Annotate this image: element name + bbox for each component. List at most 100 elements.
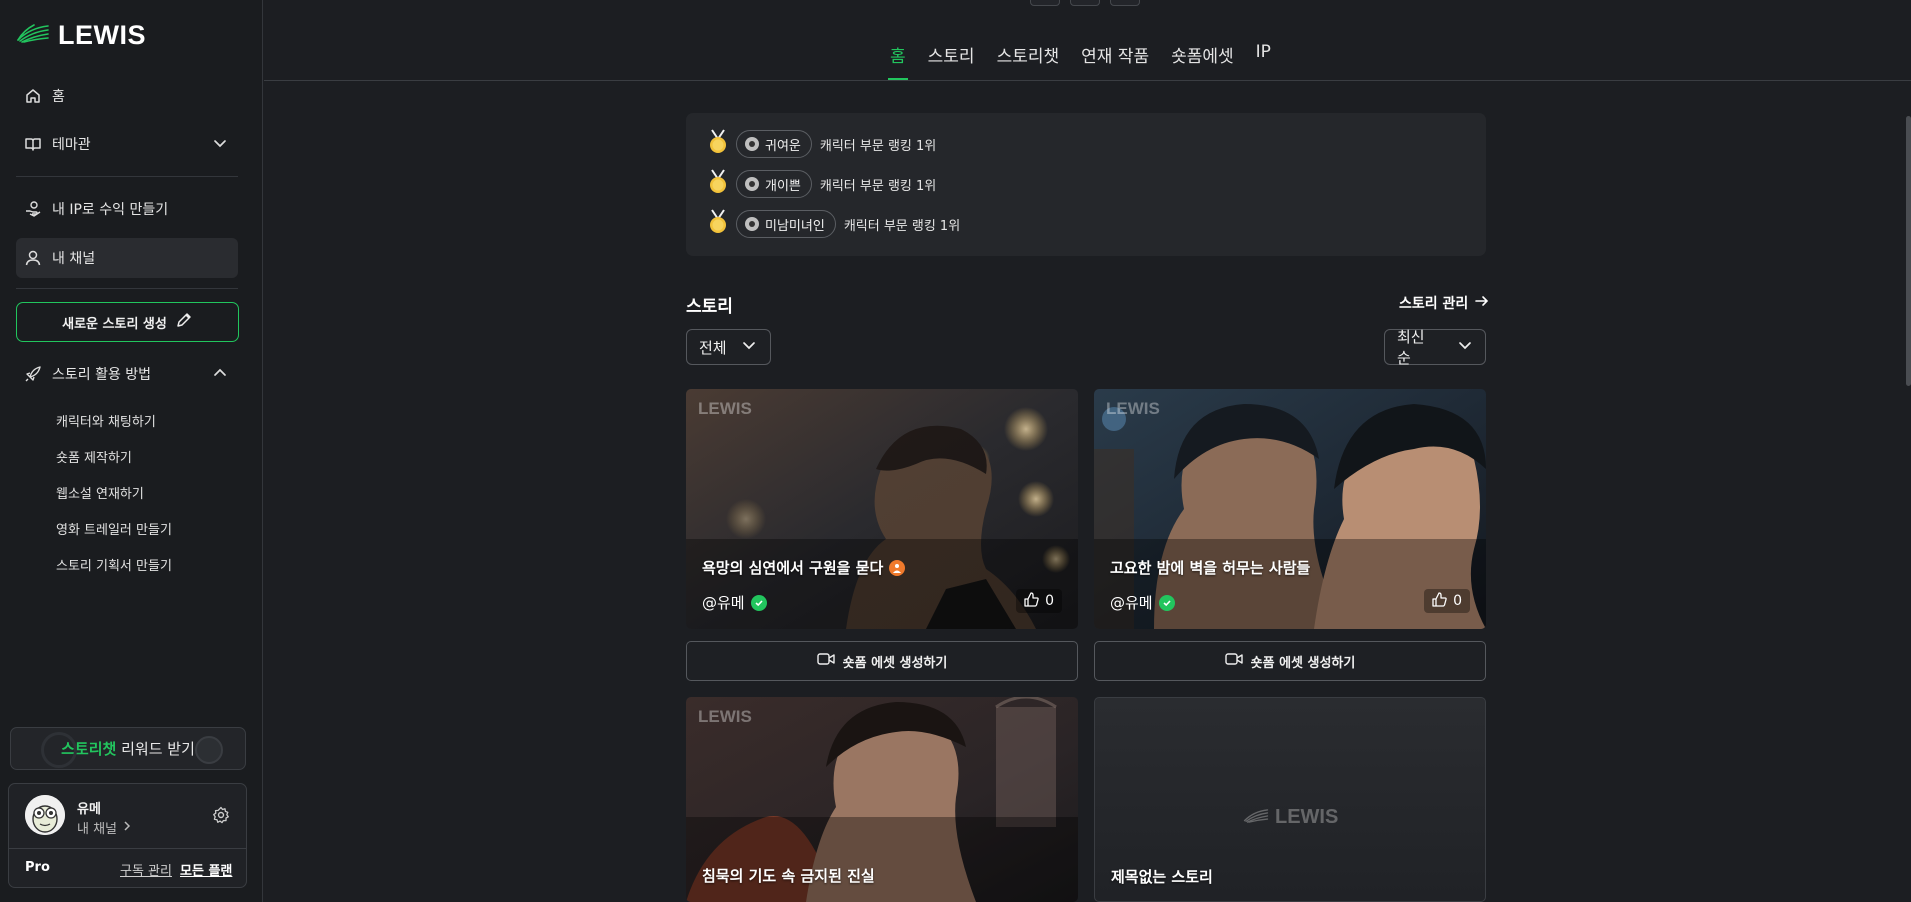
nav-home[interactable]: 홈 — [16, 76, 238, 116]
tag-chip[interactable]: 귀여운 — [736, 130, 812, 158]
tab-shortform-asset[interactable]: 숏폼에셋 — [1171, 42, 1234, 67]
main-tabs: 홈 스토리 스토리챗 연재 작품 숏폼에셋 IP — [888, 42, 1271, 80]
asset-button-label: 숏폼 에셋 생성하기 — [1250, 655, 1356, 671]
watermark: LEWIS — [698, 399, 752, 418]
subscription-link[interactable]: 구독 관리 — [120, 860, 172, 879]
filter-value: 전체 — [699, 338, 727, 357]
sidebar-divider — [16, 176, 238, 177]
user-icon — [24, 249, 42, 267]
thumbs-up-icon — [1432, 591, 1447, 611]
all-plans-link[interactable]: 모든 플랜 — [180, 860, 232, 879]
story-card[interactable]: LEWIS 고요한 밤에 벽을 허무는 사람들 @유메 0 — [1094, 389, 1486, 629]
howto-item[interactable]: 스토리 기획서 만들기 — [56, 555, 172, 574]
sidebar-divider — [16, 288, 238, 289]
home-icon — [24, 87, 42, 105]
create-shortform-asset-button[interactable]: 숏폼 에셋 생성하기 — [686, 641, 1078, 681]
story-card-title-text: 고요한 밤에 벽을 허무는 사람들 — [1110, 559, 1311, 577]
verified-icon — [750, 594, 767, 611]
nav-ip-earn[interactable]: 내 IP로 수익 만들기 — [16, 189, 238, 229]
story-card-title-text: 제목없는 스토리 — [1111, 868, 1213, 886]
nav-theme-label: 테마관 — [52, 137, 91, 153]
like-button[interactable]: 0 — [1424, 589, 1470, 613]
video-camera-icon — [816, 652, 835, 670]
chevron-right-icon — [121, 820, 133, 836]
story-card[interactable]: LEWIS 침묵의 기도 속 금지된 진실 — [686, 697, 1078, 902]
avatar[interactable] — [25, 795, 65, 835]
new-story-label: 새로운 스토리 생성 — [62, 316, 167, 332]
howto-item[interactable]: 영화 트레일러 만들기 — [56, 519, 172, 538]
like-button[interactable]: 0 — [1016, 589, 1062, 613]
story-card-author[interactable]: @유메 — [1110, 592, 1175, 613]
sort-value: 최신 순 — [1397, 328, 1425, 367]
medal-icon — [708, 129, 728, 159]
hand-coin-icon — [24, 200, 42, 218]
arrow-right-icon — [1474, 293, 1490, 313]
tab-story[interactable]: 스토리 — [928, 42, 975, 67]
logo[interactable]: LEWIS — [16, 20, 146, 51]
storychat-reward-button[interactable]: 스토리챗 리워드 받기 — [10, 727, 246, 770]
tag-chip[interactable]: 미남미녀인 — [736, 210, 836, 238]
story-card-author[interactable]: @유메 — [702, 592, 767, 613]
plan-label: Pro — [25, 860, 50, 875]
tag-chip-label: 귀여운 — [765, 138, 801, 154]
eye-icon — [745, 177, 759, 191]
filter-dropdown[interactable]: 전체 — [686, 329, 771, 365]
nav-howto[interactable]: 스토리 활용 방법 — [16, 354, 238, 394]
nav-home-label: 홈 — [52, 89, 65, 105]
lewis-logo-icon — [1243, 808, 1269, 828]
eye-icon — [745, 217, 759, 231]
like-count: 0 — [1453, 593, 1462, 609]
tag-chip[interactable]: 개이쁜 — [736, 170, 812, 198]
story-card-title: 제목없는 스토리 — [1111, 866, 1213, 887]
story-card-title: 침묵의 기도 속 금지된 진실 — [702, 865, 875, 886]
story-card-title: 고요한 밤에 벽을 허무는 사람들 — [1110, 557, 1310, 578]
story-card[interactable]: LEWIS 욕망의 심연에서 구원을 묻다 @유메 0 — [686, 389, 1078, 629]
placeholder-logo: LEWIS — [1243, 806, 1338, 829]
profile-channel-link[interactable]: 내 채널 — [77, 818, 133, 837]
story-manage-link[interactable]: 스토리 관리 — [1399, 293, 1490, 313]
howto-item[interactable]: 숏폼 제작하기 — [56, 447, 132, 466]
nav-theme[interactable]: 테마관 — [16, 124, 238, 164]
nav-my-channel[interactable]: 내 채널 — [16, 238, 238, 278]
page-scrollbar[interactable] — [1906, 116, 1911, 386]
story-card-title-text: 욕망의 심연에서 구원을 묻다 — [702, 559, 884, 577]
top-control-button[interactable] — [1070, 0, 1100, 6]
medal-icon — [708, 209, 728, 239]
new-story-button[interactable]: 새로운 스토리 생성 — [16, 302, 239, 342]
author-name: @유메 — [702, 594, 745, 612]
like-count: 0 — [1045, 593, 1054, 609]
placeholder-logo-text: LEWIS — [1275, 806, 1339, 828]
logo-text: LEWIS — [58, 20, 146, 50]
story-card-title-text: 침묵의 기도 속 금지된 진실 — [702, 867, 875, 885]
gear-icon[interactable] — [212, 806, 230, 828]
tab-home[interactable]: 홈 — [888, 42, 908, 80]
ranking-text: 캐릭터 부문 랭킹 1위 — [843, 218, 961, 234]
tab-storychat[interactable]: 스토리챗 — [997, 42, 1060, 67]
chevron-down-icon — [212, 135, 228, 155]
top-control-button[interactable] — [1030, 0, 1060, 6]
story-manage-label: 스토리 관리 — [1399, 296, 1469, 312]
sidebar: LEWIS 홈 테마관 내 IP로 수익 만들기 내 채널 새로운 스토리 생성 — [0, 0, 263, 902]
story-card-title: 욕망의 심연에서 구원을 묻다 — [702, 557, 906, 578]
nav-ip-earn-label: 내 IP로 수익 만들기 — [52, 202, 169, 218]
story-section-title: 스토리 — [686, 297, 733, 317]
profile-channel-label: 내 채널 — [77, 822, 118, 837]
watermark: LEWIS — [698, 707, 752, 726]
ranking-text: 캐릭터 부문 랭킹 1위 — [819, 178, 937, 194]
tab-ip[interactable]: IP — [1256, 42, 1271, 67]
asset-button-label: 숏폼 에셋 생성하기 — [842, 655, 948, 671]
profile-name: 유메 — [77, 802, 101, 817]
ranking-panel: 귀여운 캐릭터 부문 랭킹 1위 개이쁜 캐릭터 부문 랭킹 1위 미남미녀인 … — [686, 113, 1486, 256]
ranking-row: 귀여운 캐릭터 부문 랭킹 1위 — [708, 129, 936, 159]
howto-item[interactable]: 웹소설 연재하기 — [56, 483, 144, 502]
book-icon — [24, 135, 42, 153]
top-control-button[interactable] — [1110, 0, 1140, 6]
story-card[interactable]: LEWIS 제목없는 스토리 — [1094, 697, 1486, 902]
tabs-divider — [264, 80, 1911, 81]
create-shortform-asset-button[interactable]: 숏폼 에셋 생성하기 — [1094, 641, 1486, 681]
howto-item[interactable]: 캐릭터와 채팅하기 — [56, 411, 156, 430]
tag-chip-label: 미남미녀인 — [765, 218, 825, 234]
tab-serial[interactable]: 연재 작품 — [1081, 42, 1149, 67]
sort-dropdown[interactable]: 최신 순 — [1384, 328, 1486, 367]
chevron-down-icon — [741, 337, 757, 357]
